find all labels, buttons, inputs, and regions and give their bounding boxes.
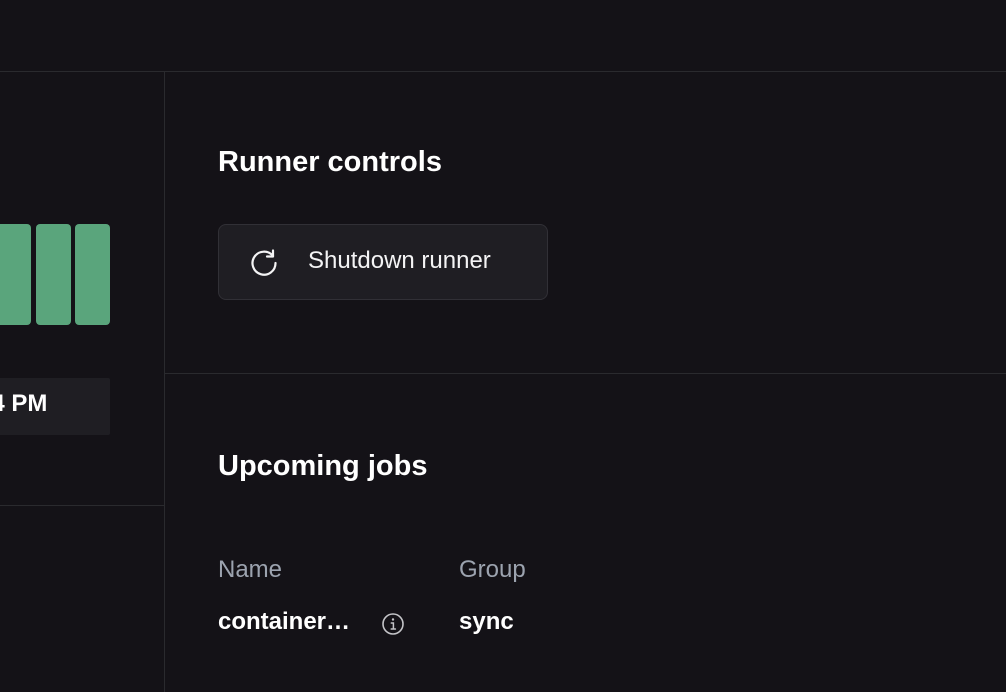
- column-header-name: Name: [218, 556, 283, 583]
- time-chip: 44 PM: [0, 378, 110, 435]
- timeline-bar[interactable]: [36, 224, 71, 325]
- info-icon[interactable]: [381, 612, 405, 636]
- job-group-cell: sync: [459, 608, 514, 635]
- left-panel-divider: [0, 505, 164, 506]
- upcoming-jobs-heading: Upcoming jobs: [218, 450, 428, 482]
- timeline-bar[interactable]: [75, 224, 110, 325]
- refresh-icon: [251, 249, 277, 276]
- section-divider: [165, 373, 1006, 374]
- shutdown-runner-label: Shutdown runner: [308, 247, 491, 274]
- time-label: 44 PM: [0, 390, 48, 417]
- shutdown-runner-button[interactable]: Shutdown runner: [218, 224, 548, 300]
- column-header-group: Group: [459, 556, 526, 583]
- timeline-bar[interactable]: [0, 224, 31, 325]
- runner-controls-heading: Runner controls: [218, 146, 442, 178]
- job-name-cell[interactable]: container…: [218, 608, 350, 636]
- top-bar: [0, 0, 1006, 72]
